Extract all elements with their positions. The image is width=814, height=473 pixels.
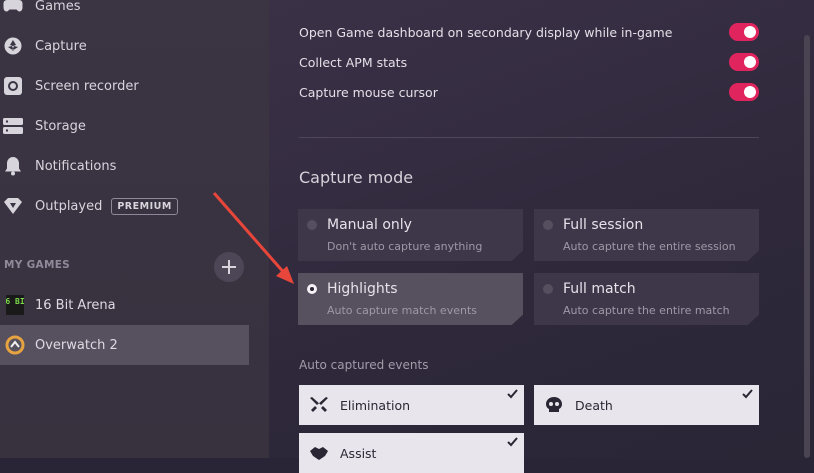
checkmark-icon	[507, 389, 518, 399]
toggle-label: Capture mouse cursor	[299, 84, 438, 100]
game-item-label: Overwatch 2	[35, 337, 118, 353]
apm-stats-toggle[interactable]	[729, 53, 759, 71]
event-label: Assist	[340, 445, 377, 461]
checkmark-icon	[742, 389, 753, 399]
outplayed-logo-icon	[3, 196, 23, 216]
storage-icon	[3, 116, 23, 136]
toggle-row-apm-stats: Collect APM stats	[299, 52, 759, 72]
mode-description: Auto capture match events	[327, 304, 477, 317]
premium-badge: PREMIUM	[111, 197, 178, 215]
mode-description: Don't auto capture anything	[327, 240, 483, 253]
sidebar-item-label: Notifications	[35, 158, 117, 174]
mouse-cursor-toggle[interactable]	[729, 83, 759, 101]
sidebar-item-label: Outplayed	[35, 198, 103, 214]
mode-card-highlights[interactable]: Highlights Auto capture match events	[298, 273, 523, 325]
sidebar-item-capture[interactable]: Capture	[0, 26, 269, 66]
game-item-overwatch-2[interactable]: Overwatch 2	[0, 325, 249, 365]
sidebar-item-label: Games	[35, 0, 81, 14]
game-item-16-bit-arena[interactable]: 16 BIT 16 Bit Arena	[0, 285, 249, 325]
sidebar-item-games[interactable]: Games	[0, 0, 269, 26]
radio-button[interactable]	[307, 220, 317, 230]
my-games-title: MY GAMES	[4, 259, 71, 271]
mode-title: Highlights	[327, 281, 398, 297]
mode-title: Manual only	[327, 217, 412, 233]
overwatch-logo-icon	[4, 334, 26, 356]
gamepad-icon	[3, 0, 23, 16]
secondary-display-toggle[interactable]	[729, 23, 759, 41]
sidebar: Games Capture Screen recorder Storage No…	[0, 0, 269, 458]
divider	[299, 137, 759, 138]
sidebar-item-label: Storage	[35, 118, 86, 134]
crossed-swords-icon	[308, 394, 330, 416]
radio-button[interactable]	[543, 284, 553, 294]
mode-card-manual-only[interactable]: Manual only Don't auto capture anything	[298, 209, 523, 261]
mode-description: Auto capture the entire match	[563, 304, 730, 317]
add-game-button[interactable]	[214, 252, 244, 282]
sidebar-item-notifications[interactable]: Notifications	[0, 146, 269, 186]
sidebar-item-screen-recorder[interactable]: Screen recorder	[0, 66, 269, 106]
toggle-row-secondary-display: Open Game dashboard on secondary display…	[299, 22, 759, 42]
checkmark-icon	[507, 437, 518, 447]
sidebar-item-label: Capture	[35, 38, 87, 54]
event-card-death[interactable]: Death	[534, 385, 759, 425]
event-label: Death	[575, 397, 613, 413]
auto-captured-events-title: Auto captured events	[299, 358, 429, 372]
sidebar-item-label: Screen recorder	[35, 78, 139, 94]
radio-button[interactable]	[543, 220, 553, 230]
16-bit-arena-logo-icon: 16 BIT	[4, 294, 26, 316]
plus-icon	[222, 260, 236, 274]
settings-panel: Open Game dashboard on secondary display…	[269, 0, 814, 473]
toggle-label: Collect APM stats	[299, 54, 408, 70]
event-card-elimination[interactable]: Elimination	[299, 385, 524, 425]
mode-description: Auto capture the entire session	[563, 240, 736, 253]
capture-mode-title: Capture mode	[299, 168, 414, 187]
mode-card-full-session[interactable]: Full session Auto capture the entire ses…	[534, 209, 759, 261]
handshake-icon	[308, 442, 330, 464]
camera-aperture-icon	[3, 36, 23, 56]
event-label: Elimination	[340, 397, 411, 413]
mode-card-full-match[interactable]: Full match Auto capture the entire match	[534, 273, 759, 325]
event-card-assist[interactable]: Assist	[299, 433, 524, 473]
game-item-label: 16 Bit Arena	[35, 297, 116, 313]
scrollbar[interactable]	[804, 35, 810, 458]
mode-title: Full session	[563, 217, 644, 233]
radio-button-selected[interactable]	[307, 284, 317, 294]
bell-icon	[3, 156, 23, 176]
skull-icon	[543, 394, 565, 416]
sidebar-item-outplayed[interactable]: Outplayed PREMIUM	[0, 186, 269, 226]
mode-title: Full match	[563, 281, 636, 297]
16-bit-logo-text: 16 BIT	[6, 297, 24, 306]
sidebar-item-storage[interactable]: Storage	[0, 106, 269, 146]
record-icon	[3, 76, 23, 96]
toggle-label: Open Game dashboard on secondary display…	[299, 24, 673, 40]
toggle-row-mouse-cursor: Capture mouse cursor	[299, 82, 759, 102]
